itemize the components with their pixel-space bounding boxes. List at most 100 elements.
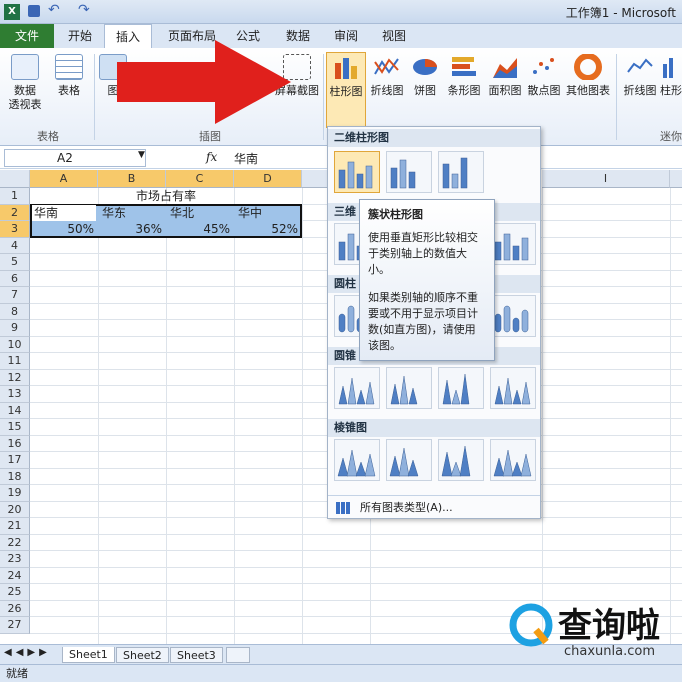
divider — [94, 54, 95, 140]
row-header-9[interactable]: 9 — [0, 320, 30, 337]
row-header-7[interactable]: 7 — [0, 287, 30, 304]
row-header-24[interactable]: 24 — [0, 567, 30, 584]
cell-d2[interactable]: 华中 — [236, 205, 300, 221]
chart-subtype-col-1[interactable] — [334, 151, 380, 193]
chart-subtype-cone-3[interactable] — [438, 367, 484, 409]
row-header-18[interactable]: 18 — [0, 468, 30, 485]
row-header-20[interactable]: 20 — [0, 501, 30, 518]
divider — [328, 495, 540, 496]
chart-subtype-pyr-1[interactable] — [334, 439, 380, 481]
insert-sheet-icon[interactable] — [226, 647, 250, 663]
cell-b2[interactable]: 华东 — [100, 205, 164, 221]
undo-icon[interactable]: ↶ — [48, 2, 60, 18]
row-header-17[interactable]: 17 — [0, 452, 30, 469]
chart-subtype-col3d-4[interactable] — [490, 223, 536, 265]
cell-c3[interactable]: 45% — [168, 221, 232, 237]
thumbnail-mark — [521, 381, 531, 405]
row-header-2[interactable]: 2 — [0, 204, 30, 221]
scatter-chart-button[interactable]: 散点图 — [526, 52, 562, 128]
row-header-16[interactable]: 16 — [0, 435, 30, 452]
pie-chart-button[interactable]: 饼图 — [408, 52, 442, 128]
bar-chart-button[interactable]: 条形图 — [444, 52, 484, 128]
row-header-6[interactable]: 6 — [0, 270, 30, 287]
row-header-13[interactable]: 13 — [0, 386, 30, 403]
tooltip-text-2: 如果类别轴的顺序不重要或不用于显示项目计数(如直方图)，请使用该图。 — [368, 291, 478, 352]
thumbnail-mark — [459, 445, 471, 477]
other-charts-button[interactable]: 其他图表 — [564, 52, 612, 128]
pivot-table-icon — [11, 54, 39, 80]
cell-a1-title[interactable]: 市场占有率 — [30, 188, 302, 204]
row-header-19[interactable]: 19 — [0, 485, 30, 502]
line-chart-button[interactable]: 折线图 — [368, 52, 406, 128]
col-chart-icon — [390, 159, 416, 189]
thumbnail-mark — [399, 375, 409, 405]
row-header-23[interactable]: 23 — [0, 551, 30, 568]
chart-subtype-cyl-4[interactable] — [490, 295, 536, 337]
tab-home[interactable]: 开始 — [62, 24, 98, 48]
fx-icon[interactable]: fx — [206, 150, 217, 164]
column-header-c[interactable]: C — [166, 170, 234, 188]
sheet-tab-1[interactable]: Sheet1 — [62, 647, 115, 663]
row-header-8[interactable]: 8 — [0, 303, 30, 320]
row-header-3[interactable]: 3 — [0, 221, 30, 238]
chart-subtype-col-3[interactable] — [438, 151, 484, 193]
sheet-tab-3[interactable]: Sheet3 — [170, 647, 223, 663]
chart-subtype-col-2[interactable] — [386, 151, 432, 193]
cell-a3[interactable]: 50% — [32, 221, 96, 237]
chart-subtype-cone-2[interactable] — [386, 367, 432, 409]
area-chart-button[interactable]: 面积图 — [486, 52, 524, 128]
sheet-tab-2[interactable]: Sheet2 — [116, 647, 169, 663]
column-header-i[interactable]: I — [542, 170, 670, 188]
formula-input[interactable]: 华南 — [234, 150, 258, 167]
cell-a2[interactable]: 华南 — [32, 205, 96, 221]
chart-subtype-cone-1[interactable] — [334, 367, 380, 409]
thumbnail-mark — [512, 245, 520, 261]
row-header-27[interactable]: 27 — [0, 617, 30, 634]
row-header-15[interactable]: 15 — [0, 419, 30, 436]
sparkline-line-button[interactable]: 折线图 — [620, 52, 660, 128]
sparkline-column-button[interactable]: 柱形 — [660, 52, 682, 128]
all-chart-types-item[interactable]: 所有图表类型(A)... — [334, 499, 534, 517]
name-box[interactable]: A2 — [4, 149, 146, 167]
row-header-11[interactable]: 11 — [0, 353, 30, 370]
pyr-chart-icon — [441, 445, 471, 477]
row-header-26[interactable]: 26 — [0, 600, 30, 617]
pivot-table-button[interactable]: 数据 透视表 — [2, 52, 48, 128]
column-header-a[interactable]: A — [30, 170, 98, 188]
redo-icon[interactable]: ↷ — [78, 2, 90, 18]
sheet-nav-arrows[interactable]: ◀◀▶▶ — [4, 647, 51, 658]
row-header-14[interactable]: 14 — [0, 402, 30, 419]
column-header-d[interactable]: D — [234, 170, 302, 188]
cell-d3[interactable]: 52% — [236, 221, 300, 237]
save-icon[interactable] — [28, 5, 40, 17]
row-header-21[interactable]: 21 — [0, 518, 30, 535]
tab-file[interactable]: 文件 — [0, 24, 54, 48]
row-header-10[interactable]: 10 — [0, 336, 30, 353]
cone-chart-icon — [338, 377, 375, 405]
chart-subtype-pyr-3[interactable] — [438, 439, 484, 481]
column-chart-button[interactable]: 柱形图 — [326, 52, 366, 128]
gridline — [166, 188, 167, 644]
row-header-22[interactable]: 22 — [0, 534, 30, 551]
tab-view[interactable]: 视图 — [376, 24, 412, 48]
select-all-corner[interactable] — [0, 170, 30, 188]
column-header-j[interactable]: J — [670, 170, 682, 188]
cyl-chart-icon — [494, 305, 529, 333]
column-header-b[interactable]: B — [98, 170, 166, 188]
row-header-5[interactable]: 5 — [0, 254, 30, 271]
row-header-4[interactable]: 4 — [0, 237, 30, 254]
chart-subtype-pyr-4[interactable] — [490, 439, 536, 481]
gridline — [542, 188, 543, 644]
cell-b3[interactable]: 36% — [100, 221, 164, 237]
tab-review[interactable]: 审阅 — [328, 24, 364, 48]
thumbnail-mark — [347, 305, 355, 333]
col3d-chart-icon — [494, 233, 529, 261]
chart-subtype-pyr-2[interactable] — [386, 439, 432, 481]
chart-subtype-cone-4[interactable] — [490, 367, 536, 409]
chevron-down-icon[interactable]: ▼ — [138, 150, 145, 160]
row-header-1[interactable]: 1 — [0, 188, 30, 205]
row-header-25[interactable]: 25 — [0, 584, 30, 601]
table-button[interactable]: 表格 — [50, 52, 88, 128]
row-header-12[interactable]: 12 — [0, 369, 30, 386]
cell-c2[interactable]: 华北 — [168, 205, 232, 221]
